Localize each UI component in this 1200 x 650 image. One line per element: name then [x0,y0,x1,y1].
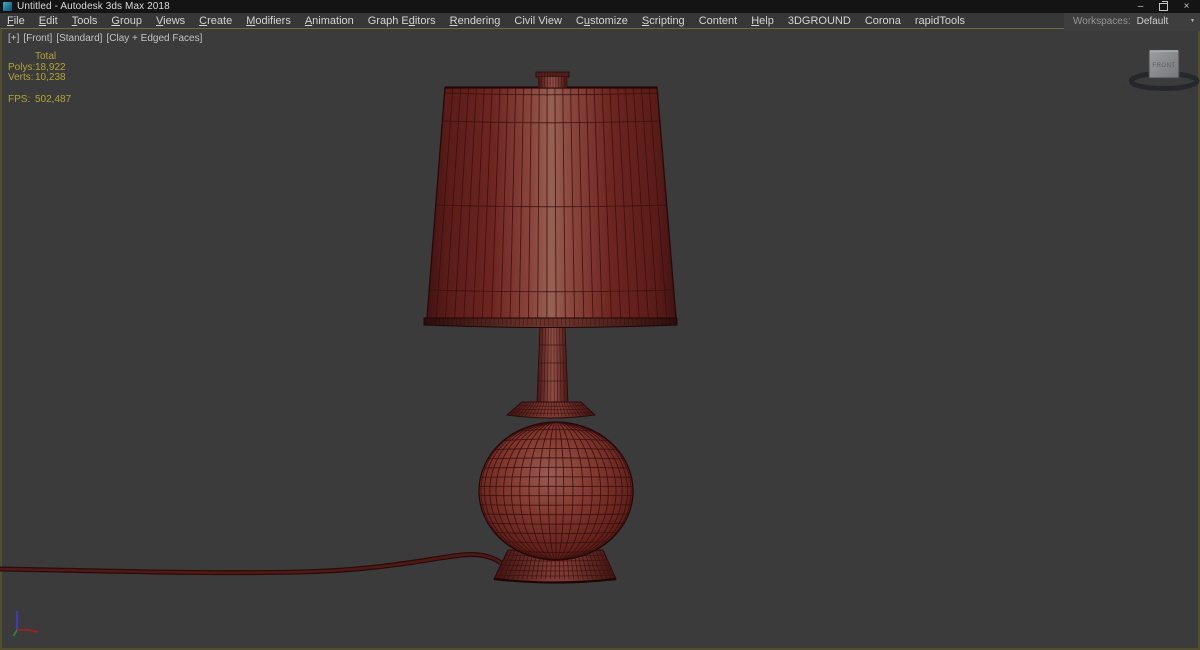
stats-total-header: Total [35,51,57,62]
menu-item-views[interactable]: Views [149,15,192,27]
menu-item-rapidtools[interactable]: rapidTools [908,15,972,27]
menu-item-create[interactable]: Create [192,15,239,27]
viewport-label: [+] [Front] [Standard] [Clay + Edged Fac… [8,33,202,44]
menu-item-animation[interactable]: Animation [298,15,361,27]
menu-item-scripting[interactable]: Scripting [635,15,692,27]
stats-fps-row: FPS: 502,487 [8,93,72,106]
app-window: Untitled - Autodesk 3ds Max 2018 – × Fil… [0,0,1200,650]
menubar: File Edit Tools Group Views Create Modifiers An… [0,13,1200,28]
viewport-menu-general[interactable]: [+] [8,33,19,44]
viewport-scene: FRONT [0,49,1200,637]
viewport-front[interactable]: FRONT [+] [Front] [Standard] [Clay + Edg… [0,28,1200,650]
viewport-menu-standard[interactable]: [Standard] [56,33,102,44]
menu-item-group[interactable]: Group [104,15,149,27]
close-button[interactable]: × [1175,0,1198,13]
workspaces-label: Workspaces: [1073,16,1131,27]
viewcube[interactable]: FRONT [1127,49,1200,91]
viewport-menu-shading[interactable]: [Clay + Edged Faces] [106,33,202,44]
window-controls: – × [1129,0,1198,13]
statistics-overlay: Total Polys: 18,922 Verts: 10,238 FPS: 5… [8,51,72,106]
menu-item-customize[interactable]: Customize [569,15,635,27]
minimize-button[interactable]: – [1129,0,1152,13]
world-axis-gizmo [12,611,39,637]
workspaces-dropdown[interactable]: Default ▼ [1137,16,1195,27]
app-icon-3dsmax[interactable] [3,2,12,11]
menu-item-help[interactable]: Help [744,15,781,27]
stats-verts-row: Verts: 10,238 [8,72,71,84]
titlebar: Untitled - Autodesk 3ds Max 2018 – × [0,0,1200,13]
menu-item-civil-view[interactable]: Civil View [507,15,568,27]
menu-list: File Edit Tools Group Views Create Modifiers An… [0,15,972,27]
viewport-menu-pov[interactable]: [Front] [23,33,52,44]
menu-item-3dground[interactable]: 3DGROUND [781,15,858,27]
workspaces-value: Default [1136,16,1169,27]
menu-item-tools[interactable]: Tools [65,15,105,27]
menu-item-content[interactable]: Content [692,15,745,27]
restore-button[interactable] [1152,0,1175,13]
menu-item-rendering[interactable]: Rendering [443,15,508,27]
workspaces-caret-icon: ▼ [1190,18,1195,24]
lamp-model[interactable] [423,71,678,584]
menu-item-edit[interactable]: Edit [32,15,65,27]
stats-verts-label: Verts: [8,72,34,83]
stats-header-row: Total [8,51,71,63]
workspaces-panel: Workspaces: Default ▼ [1064,12,1200,31]
power-cord[interactable] [0,552,503,576]
menu-item-graph-editors[interactable]: Graph Editors [361,15,443,27]
stats-verts-value: 10,238 [35,72,66,83]
stats-fps-value: 502,487 [35,93,72,105]
viewcube-front-label: FRONT [1152,63,1175,69]
menu-item-corona[interactable]: Corona [858,15,908,27]
menu-item-file[interactable]: File [0,15,32,27]
stats-fps-label: FPS: [8,93,31,105]
menu-item-modifiers[interactable]: Modifiers [239,15,298,27]
window-title: Untitled - Autodesk 3ds Max 2018 [17,1,170,12]
restore-icon [1159,0,1168,11]
